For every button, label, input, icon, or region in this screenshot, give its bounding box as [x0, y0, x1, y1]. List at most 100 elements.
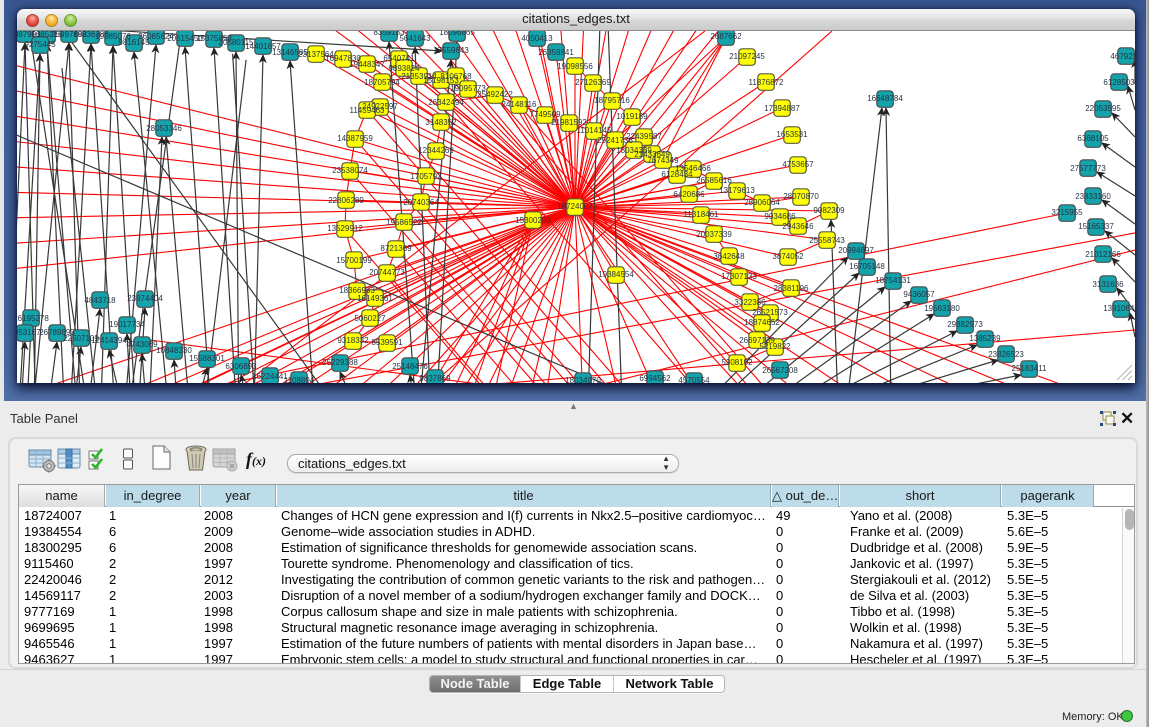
svg-text:13910648: 13910648: [1103, 304, 1135, 313]
svg-text:18034970: 18034970: [565, 376, 601, 383]
svg-text:27126369: 27126369: [575, 78, 611, 87]
svg-text:4753657: 4753657: [782, 160, 814, 169]
svg-text:18096865: 18096865: [439, 31, 475, 37]
svg-text:15300293: 15300293: [515, 216, 551, 225]
svg-text:22053595: 22053595: [1085, 104, 1121, 113]
svg-text:9837869: 9837869: [419, 374, 451, 383]
svg-text:5060227: 5060227: [354, 314, 386, 323]
svg-text:4050413: 4050413: [521, 34, 553, 43]
svg-text:27577773: 27577773: [1070, 164, 1106, 173]
svg-text:22439587: 22439587: [626, 132, 662, 141]
svg-text:28053346: 28053346: [146, 124, 182, 133]
svg-text:3642648: 3642648: [713, 252, 745, 261]
svg-text:4843718: 4843718: [84, 296, 116, 305]
svg-text:25229388: 25229388: [322, 358, 358, 367]
svg-text:15700199: 15700199: [336, 256, 372, 265]
svg-text:6420686: 6420686: [673, 190, 705, 199]
svg-text:6368105: 6368105: [1077, 134, 1109, 143]
svg-text:26195278: 26195278: [17, 314, 49, 323]
svg-text:28906064: 28906064: [744, 198, 780, 207]
svg-text:19563180: 19563180: [924, 304, 960, 313]
svg-text:13529912: 13529912: [327, 224, 363, 233]
svg-text:20994697: 20994697: [838, 246, 874, 255]
svg-text:11876872: 11876872: [749, 78, 785, 87]
svg-text:25183411: 25183411: [1012, 364, 1048, 373]
svg-text:20037339: 20037339: [696, 230, 732, 239]
svg-text:1705792: 1705792: [410, 172, 442, 181]
svg-text:13546466: 13546466: [675, 164, 711, 173]
svg-text:9034686: 9034686: [764, 212, 796, 221]
svg-text:11014145: 11014145: [577, 126, 613, 135]
svg-text:3322386: 3322386: [734, 298, 766, 307]
svg-text:26521573: 26521573: [752, 308, 788, 317]
svg-text:26359841: 26359841: [538, 48, 574, 57]
svg-text:5641643: 5641643: [399, 34, 431, 43]
svg-text:6306893: 6306893: [225, 362, 257, 371]
svg-text:25558743: 25558743: [809, 236, 845, 245]
svg-text:23538074: 23538074: [332, 166, 368, 175]
svg-text:5219822: 5219822: [759, 342, 791, 351]
svg-text:4570554: 4570554: [678, 376, 710, 383]
svg-text:5308102: 5308102: [721, 358, 753, 367]
svg-text:12344269: 12344269: [418, 146, 454, 155]
svg-text:3131636: 3131636: [1092, 280, 1124, 289]
svg-text:29882973: 29882973: [947, 320, 983, 329]
svg-text:17559643: 17559643: [433, 46, 469, 55]
svg-text:3874052: 3874052: [772, 252, 804, 261]
svg-text:26567208: 26567208: [762, 366, 798, 375]
svg-text:16705148: 16705148: [849, 262, 885, 271]
svg-text:3215955: 3215955: [1051, 208, 1083, 217]
svg-text:18724007: 18724007: [557, 202, 593, 211]
svg-text:18874652: 18874652: [744, 318, 780, 327]
svg-text:8106768: 8106768: [440, 72, 472, 81]
svg-text:18754131: 18754131: [875, 276, 911, 285]
svg-text:20744773: 20744773: [369, 268, 405, 277]
svg-text:6540741: 6540741: [383, 54, 415, 63]
svg-text:9275445: 9275445: [24, 40, 56, 49]
svg-text:16648784: 16648784: [867, 94, 903, 103]
svg-text:19098556: 19098556: [557, 62, 593, 71]
svg-text:6994562: 6994562: [639, 374, 671, 383]
svg-text:1385239: 1385239: [969, 334, 1001, 343]
svg-text:15165337: 15165337: [1078, 222, 1114, 231]
svg-text:19448347: 19448347: [349, 60, 385, 69]
svg-text:22806289: 22806289: [328, 196, 364, 205]
svg-text:7749509: 7749509: [529, 110, 561, 119]
svg-text:21012166: 21012166: [1085, 250, 1121, 259]
svg-text:17394887: 17394887: [764, 104, 800, 113]
svg-text:26585616: 26585616: [696, 176, 732, 185]
svg-text:21097245: 21097245: [729, 52, 765, 61]
svg-text:24148116: 24148116: [502, 100, 538, 109]
svg-text:10848230: 10848230: [156, 346, 192, 355]
svg-text:4679214: 4679214: [1110, 52, 1135, 61]
svg-text:12414394: 12414394: [91, 336, 127, 345]
svg-text:14387959: 14387959: [337, 134, 373, 143]
svg-text:3148352: 3148352: [425, 118, 457, 127]
svg-text:28381196: 28381196: [774, 284, 810, 293]
svg-text:8539591: 8539591: [371, 338, 403, 347]
svg-text:2943646: 2943646: [782, 222, 814, 231]
svg-text:11318461: 11318461: [684, 210, 720, 219]
svg-text:19384554: 19384554: [598, 270, 634, 279]
svg-text:23826523: 23826523: [988, 350, 1024, 359]
svg-text:4743069: 4743069: [126, 340, 158, 349]
svg-text:28070870: 28070870: [783, 192, 819, 201]
svg-text:20740364: 20740364: [403, 198, 439, 207]
svg-text:25148476: 25148476: [392, 362, 428, 371]
svg-text:19017734: 19017734: [109, 320, 145, 329]
svg-text:9953167: 9953167: [17, 328, 41, 337]
svg-text:9318332: 9318332: [337, 336, 369, 345]
svg-text:19586522: 19586522: [386, 218, 422, 227]
svg-text:17307133: 17307133: [721, 272, 757, 281]
svg-text:1019189: 1019189: [616, 112, 648, 121]
svg-text:9082309: 9082309: [813, 206, 845, 215]
svg-text:18795716: 18795716: [594, 96, 630, 105]
svg-text:16149361: 16149361: [357, 294, 393, 303]
svg-text:1108894: 1108894: [284, 376, 315, 383]
svg-text:18705794: 18705794: [364, 78, 400, 87]
svg-text:23874404: 23874404: [127, 294, 163, 303]
svg-text:6128503: 6128503: [1103, 78, 1135, 87]
svg-text:9436057: 9436057: [903, 290, 935, 299]
svg-text:26342494: 26342494: [428, 98, 464, 107]
svg-text:8721369: 8721369: [380, 244, 412, 253]
